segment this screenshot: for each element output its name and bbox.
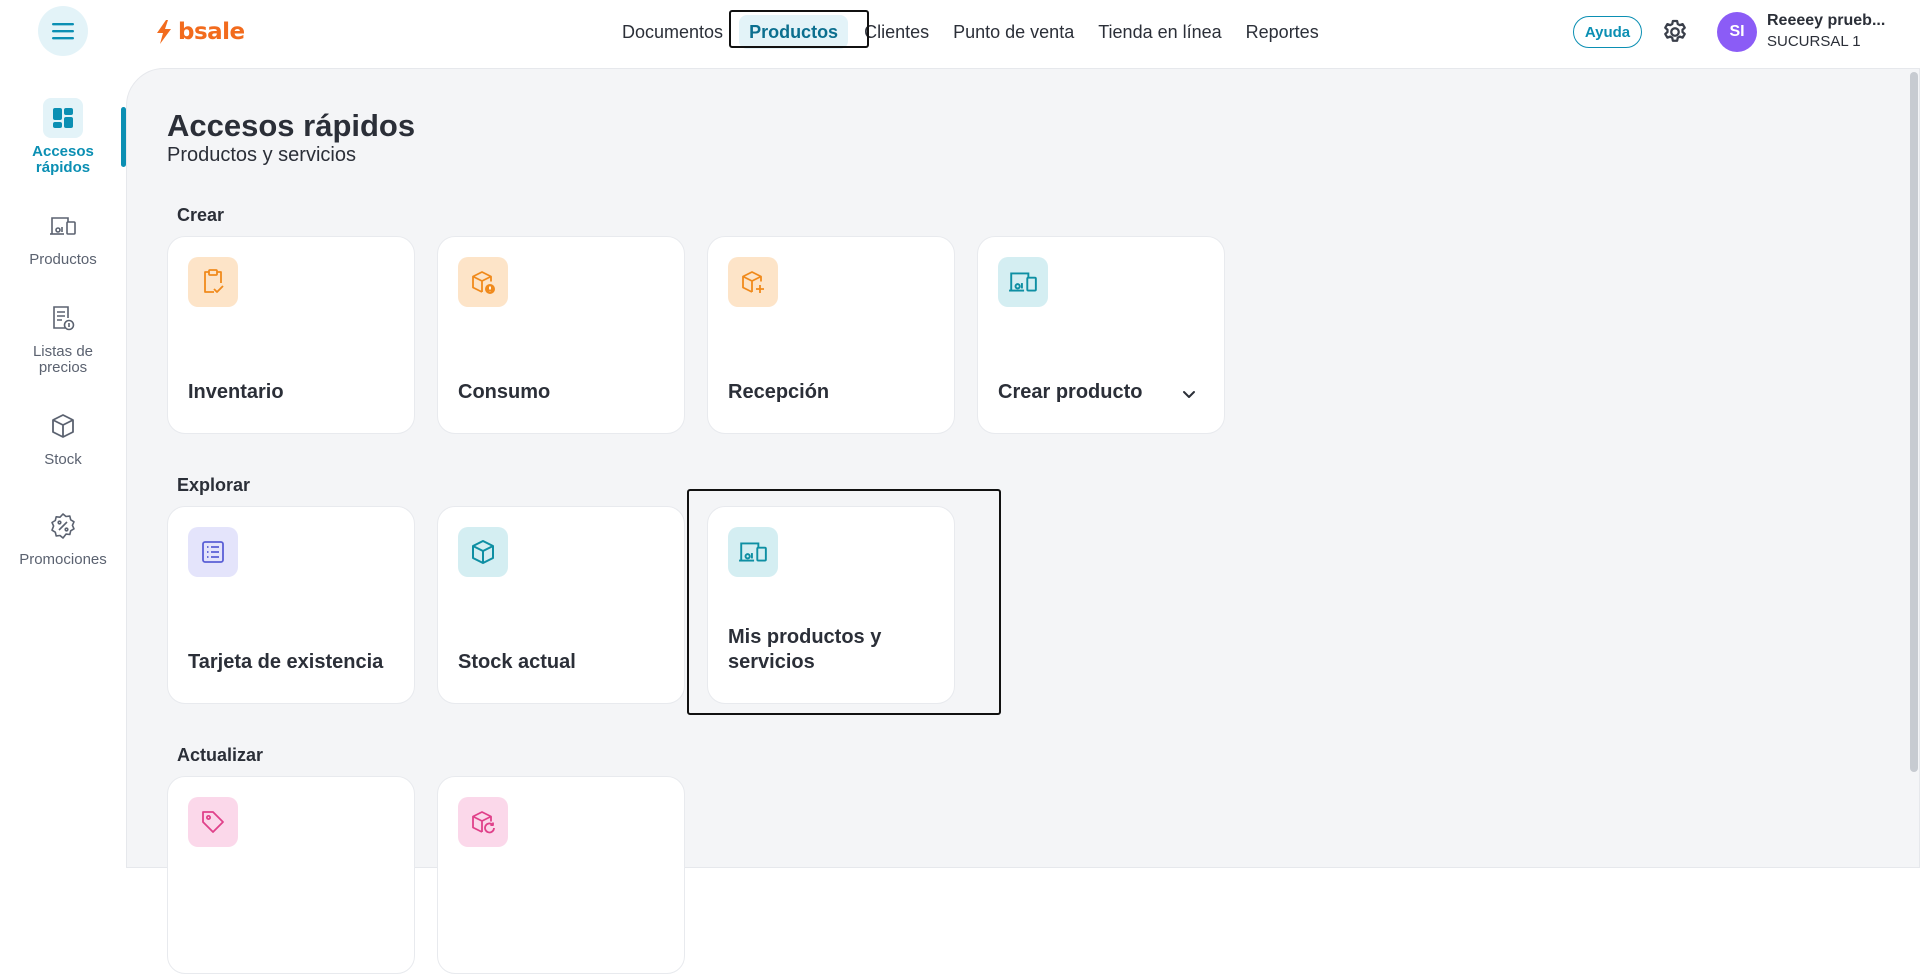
section-title-actualizar: Actualizar <box>177 745 264 765</box>
user-branch: SUCURSAL 1 <box>1767 33 1861 50</box>
bolt-icon <box>157 20 171 44</box>
section-title-crear: Crear <box>177 205 225 225</box>
card-tarjeta-de-existencia[interactable]: Tarjeta de existencia <box>167 506 415 704</box>
menu-button[interactable] <box>38 6 88 56</box>
sidebar: Accesos rápidos Productos Listas de prec… <box>0 64 126 860</box>
top-bar: bsale Documentos Productos Clientes Punt… <box>0 0 1920 64</box>
card-inventario[interactable]: Inventario <box>167 236 415 434</box>
promo-badge-icon <box>51 513 75 539</box>
brand-logo[interactable]: bsale <box>154 17 245 47</box>
card-label: Stock actual <box>458 651 576 673</box>
tag-icon <box>202 811 224 833</box>
card-label: Crear producto <box>998 381 1143 403</box>
gear-icon[interactable] <box>1660 17 1690 47</box>
card-actualizar-stock[interactable] <box>437 776 685 974</box>
card-actualizar-precios[interactable] <box>167 776 415 974</box>
sidebar-item-promociones[interactable]: Promociones <box>0 506 126 568</box>
card-label: Tarjeta de existencia <box>188 651 384 673</box>
price-list-icon <box>53 306 75 331</box>
dashboard-icon <box>53 108 73 128</box>
page-subtitle: Productos y servicios <box>167 144 356 166</box>
card-consumo[interactable]: Consumo <box>437 236 685 434</box>
list-card-icon <box>202 541 224 563</box>
card-mis-productos-y-servicios[interactable]: Mis productos y servicios <box>707 506 955 704</box>
box-refresh-icon <box>472 811 495 834</box>
card-crear-producto[interactable]: Crear producto <box>977 236 1225 434</box>
sidebar-item-label: Listas de precios <box>32 343 94 376</box>
main-content <box>126 68 1920 868</box>
user-name[interactable]: Reeeey prueb... <box>1767 12 1907 30</box>
nav-documentos[interactable]: Documentos <box>610 15 735 49</box>
avatar[interactable]: SI <box>1717 12 1757 52</box>
sidebar-item-label: Stock <box>44 451 82 468</box>
nav-reportes[interactable]: Reportes <box>1234 15 1331 49</box>
sidebar-item-stock[interactable]: Stock <box>0 406 126 468</box>
card-recepcion[interactable]: Recepción <box>707 236 955 434</box>
nav-tienda-en-linea[interactable]: Tienda en línea <box>1086 15 1233 49</box>
hamburger-icon <box>52 23 74 40</box>
products-icon <box>739 542 767 562</box>
products-icon <box>1009 272 1037 292</box>
sidebar-item-accesos-rapidos[interactable]: Accesos rápidos <box>0 98 126 176</box>
card-label: Mis productos y servicios <box>728 626 882 673</box>
nav-clientes[interactable]: Clientes <box>852 15 941 49</box>
help-button[interactable]: Ayuda <box>1573 16 1642 48</box>
page-title: Accesos rápidos <box>167 108 416 143</box>
box-icon <box>52 414 74 438</box>
clipboard-check-icon <box>204 269 224 293</box>
box-plus-icon <box>742 271 764 293</box>
card-label: Consumo <box>458 381 551 403</box>
section-title-explorar: Explorar <box>177 475 251 495</box>
box-icon <box>472 540 494 564</box>
nav-productos[interactable]: Productos <box>739 15 849 49</box>
chevron-down-icon[interactable] <box>1180 385 1198 403</box>
top-navigation: Documentos Productos Clientes Punto de v… <box>610 12 1331 52</box>
sidebar-item-productos[interactable]: Productos <box>0 206 126 268</box>
sidebar-item-label: Productos <box>29 251 97 268</box>
brand-name: bsale <box>178 19 245 45</box>
sidebar-item-label: Promociones <box>19 551 107 568</box>
box-alert-icon <box>472 271 495 294</box>
nav-punto-de-venta[interactable]: Punto de venta <box>941 15 1086 49</box>
card-stock-actual[interactable]: Stock actual <box>437 506 685 704</box>
card-label: Inventario <box>188 381 284 403</box>
scrollbar[interactable] <box>1910 72 1918 772</box>
products-icon <box>50 217 76 235</box>
card-label: Recepción <box>728 381 830 403</box>
sidebar-item-listas-de-precios[interactable]: Listas de precios <box>0 298 126 376</box>
sidebar-item-label: Accesos rápidos <box>32 143 94 176</box>
